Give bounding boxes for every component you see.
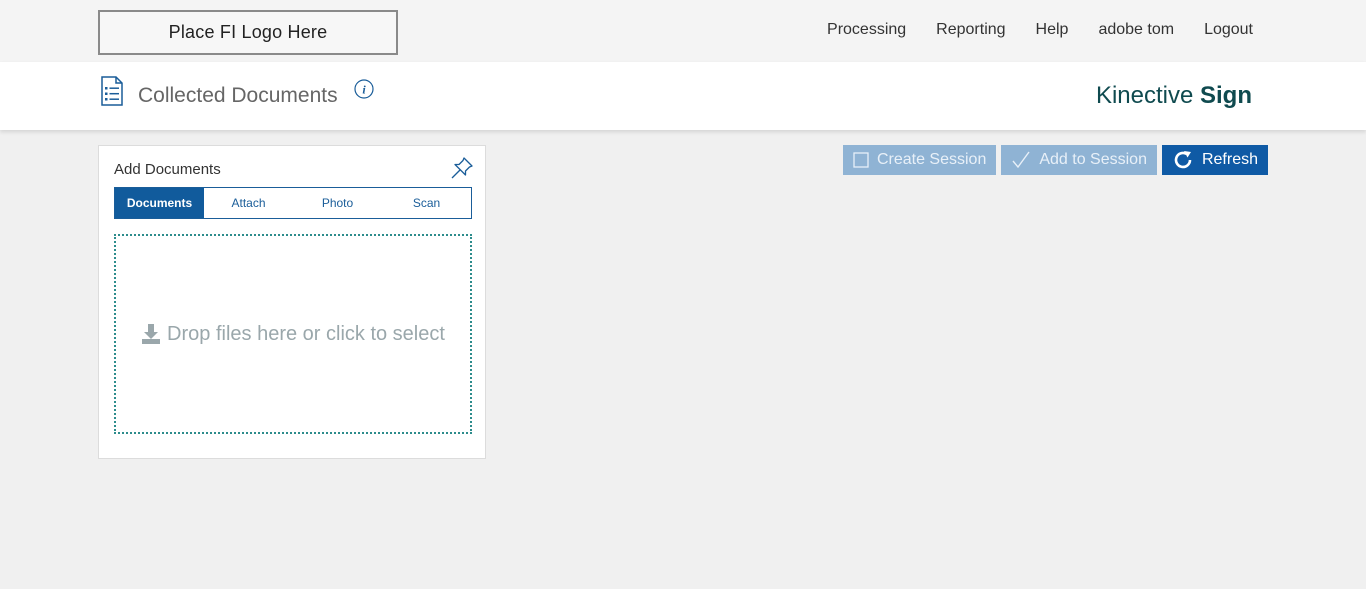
file-dropzone[interactable]: Drop files here or click to select — [114, 234, 472, 434]
download-icon — [142, 324, 161, 344]
page-title: Collected Documents — [138, 84, 338, 107]
top-header: Place FI Logo Here Processing Reporting … — [0, 0, 1366, 62]
logo-placeholder: Place FI Logo Here — [98, 10, 398, 55]
nav-reporting[interactable]: Reporting — [936, 21, 1005, 39]
brand-name-bold: Sign — [1200, 82, 1252, 109]
nav-processing[interactable]: Processing — [827, 21, 906, 39]
refresh-label: Refresh — [1201, 151, 1258, 168]
refresh-icon — [1174, 151, 1192, 169]
checkbox-icon — [853, 152, 869, 168]
pin-icon[interactable] — [450, 156, 474, 180]
create-session-button[interactable]: Create Session — [842, 145, 997, 175]
dropzone-content: Drop files here or click to select — [141, 323, 445, 346]
panel-title: Add Documents — [114, 161, 221, 178]
tab-photo[interactable]: Photo — [293, 188, 382, 218]
checkmark-icon — [1012, 151, 1030, 169]
tab-scan[interactable]: Scan — [382, 188, 471, 218]
info-icon[interactable]: i — [354, 79, 374, 99]
add-to-session-label: Add to Session — [1039, 151, 1147, 168]
nav-help[interactable]: Help — [1036, 21, 1069, 39]
brand-logo: Kinective Sign — [1096, 82, 1252, 110]
add-documents-panel: Add Documents Documents Attach Photo Sca… — [98, 145, 486, 459]
document-list-icon — [101, 76, 123, 106]
svg-text:i: i — [362, 83, 366, 97]
upload-tabs: Documents Attach Photo Scan — [114, 187, 472, 219]
create-session-label: Create Session — [876, 151, 987, 168]
session-actions: Create Session Add to Session Refresh — [838, 145, 1268, 175]
page-title-bar: Collected Documents i Kinective Sign — [0, 62, 1366, 130]
add-to-session-button[interactable]: Add to Session — [1001, 145, 1157, 175]
nav-logout[interactable]: Logout — [1204, 21, 1253, 39]
tab-documents[interactable]: Documents — [115, 188, 204, 218]
nav-user[interactable]: adobe tom — [1098, 21, 1174, 39]
dropzone-label: Drop files here or click to select — [167, 322, 445, 345]
tab-attach[interactable]: Attach — [204, 188, 293, 218]
refresh-button[interactable]: Refresh — [1161, 145, 1268, 175]
brand-name-light: Kinective — [1095, 82, 1194, 109]
top-nav: Processing Reporting Help adobe tom Logo… — [797, 21, 1253, 39]
